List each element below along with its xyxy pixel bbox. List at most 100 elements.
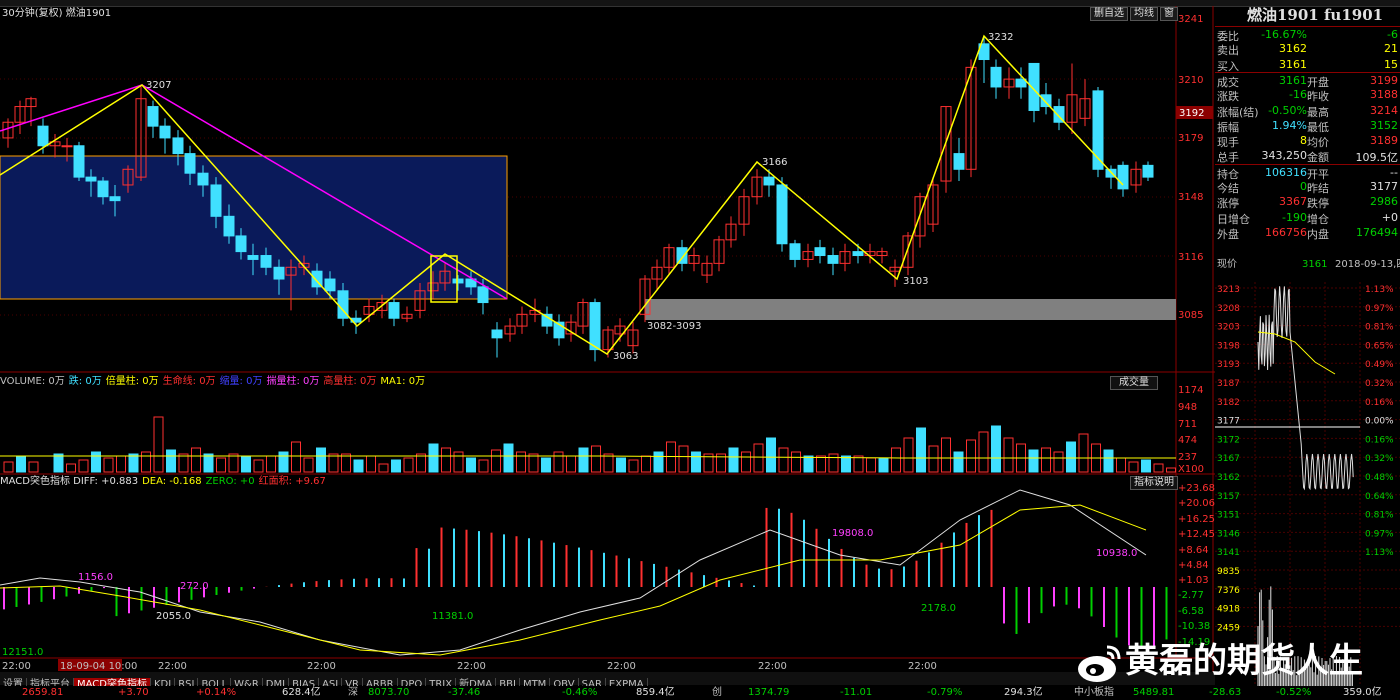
candle [159,125,171,139]
volume-bar [1153,463,1164,473]
candle [452,278,464,284]
mini-price-tick: 4918 [1217,605,1240,615]
volume-bar [353,459,364,473]
volume-legend-item: 生命线: 0万 [162,376,216,387]
candle [1040,94,1052,108]
volume-bar [616,457,626,473]
volume-legend-item: 跌: 0万 [68,376,102,387]
macd-indicator-legend: MACD突色指标 DIFF: +0.883 DEA: -0.168 ZERO: +0… [0,476,330,488]
quote-value: 106316 [1265,165,1307,179]
mini-pct-tick: 0.00% [1365,417,1394,427]
volume-bar [1028,449,1039,473]
zone-label: 3082-3093 [647,321,702,332]
quote-title: 燃油1901 fu1901 [1247,6,1384,24]
window-button[interactable]: 窗 [1160,7,1178,21]
chart-title: 30分钟(复权) 燃油1901 [2,8,112,19]
dea-line [0,504,1147,656]
status-value: 8073.70 [368,687,410,698]
time-tick: 22:00 [158,661,187,672]
status-value: 2659.81 [22,687,64,698]
status-value: 859.4亿 [636,687,675,698]
volume-bar [3,461,14,473]
volume-button[interactable]: 成交量 [1110,376,1158,390]
indicator-help-button[interactable]: 指标说明 [1130,476,1178,490]
volume-tick: 237 [1178,452,1197,463]
mini-pct-tick: 0.16% [1365,435,1394,445]
macd-tick: +16.25 [1178,514,1215,525]
macd-tick: +8.64 [1178,545,1209,556]
volume-bar [603,453,614,473]
macd-legend-item: MACD突色指标 DIFF: +0.883 [0,476,139,487]
volume-bar [391,459,401,473]
ma-button[interactable]: 均线 [1130,7,1158,21]
volume-bar [1066,441,1076,473]
volume-bar [303,457,314,473]
macd-note: 10938.0 [1096,548,1137,559]
quote-value: 3214 [1370,103,1398,117]
macd-legend-item: 红面积: +9.67 [258,476,326,487]
mini-price-tick: 3182 [1217,398,1240,408]
quote-value: 3177 [1370,180,1398,193]
volume-bar [978,431,989,473]
candle [85,176,97,182]
quote-row: 成交 3161 开盘 3199 [1215,71,1400,89]
volume-bar [91,451,101,473]
volume-bar [453,451,464,473]
macd-note: 12151.0 [2,647,43,658]
candle [73,145,85,178]
quote-row: 今结 0 昨结 3177 [1215,179,1400,195]
macd-tick: +1.03 [1178,575,1209,586]
volume-bar [1166,467,1176,473]
volume-bar [378,463,389,473]
quote-row: 总手 343,250 金额 109.5亿 [1215,148,1400,164]
mini-price-tick: 3157 [1217,492,1240,502]
remove-watchlist-button[interactable]: 删自选 [1090,7,1128,21]
volume-bar [528,453,539,473]
volume-bar [416,453,426,473]
time-tick: 22:00 [2,661,31,672]
mini-pct-tick: 0.32% [1365,379,1394,389]
status-value: 中小板指 [1074,687,1114,698]
quote-label: 内盘 [1307,227,1329,241]
macd-note: 2055.0 [156,611,191,622]
status-value: -0.46% [562,687,598,698]
volume-bar [941,437,951,473]
volume-indicator-legend: VOLUME: 0万 跌: 0万 倍量柱: 0万 生命线: 0万 缩量: 0万 揣量柱: … [0,376,429,388]
quote-value: 3188 [1370,88,1398,102]
candle [172,137,184,155]
volume-tick: 474 [1178,435,1197,446]
volume-bar [816,455,826,473]
mini-price-line [1257,286,1354,491]
status-value: +0.14% [196,687,237,698]
mini-pct-tick: 0.49% [1365,360,1394,370]
volume-bar [1128,461,1139,473]
volume-bar [366,455,376,473]
candle [1142,164,1154,178]
candle [109,196,121,202]
volume-bar [803,455,814,473]
volume-bar [341,453,351,473]
mini-pct-tick: 0.65% [1365,341,1394,351]
quote-value: -6 [1387,28,1398,41]
peak-label: 3232 [988,32,1013,43]
macd-tick: -2.77 [1178,590,1204,601]
volume-bar [16,455,26,473]
quote-row: 外盘 166756 内盘 176494 [1215,225,1400,241]
current-price-label: 3192 [1179,108,1204,119]
main-chart-area: 3207 3232 3166 3103 3063 3082-3093 3241 3210 317… [0,6,1215,672]
volume-bar [166,449,176,473]
volume-bar [241,455,251,473]
price-tick: 3179 [1178,133,1203,144]
quote-value: 15 [1384,57,1398,71]
mini-price-tick: 3187 [1217,379,1240,389]
quote-row: 振幅 1.94% 最低 3152 [1215,118,1400,134]
volume-bar [1041,447,1051,473]
volume-bar [766,437,776,473]
peak-label: 3207 [146,80,171,91]
quote-row: 日增仓 -190 增仓 +0 [1215,210,1400,226]
mini-pct-tick: 0.32% [1365,454,1394,464]
volume-bar [991,425,1001,473]
candle [852,251,864,257]
weibo-watermark: 黄磊的期货人生 [1075,636,1395,686]
volume-legend-item: 倍量柱: 0万 [105,376,159,387]
